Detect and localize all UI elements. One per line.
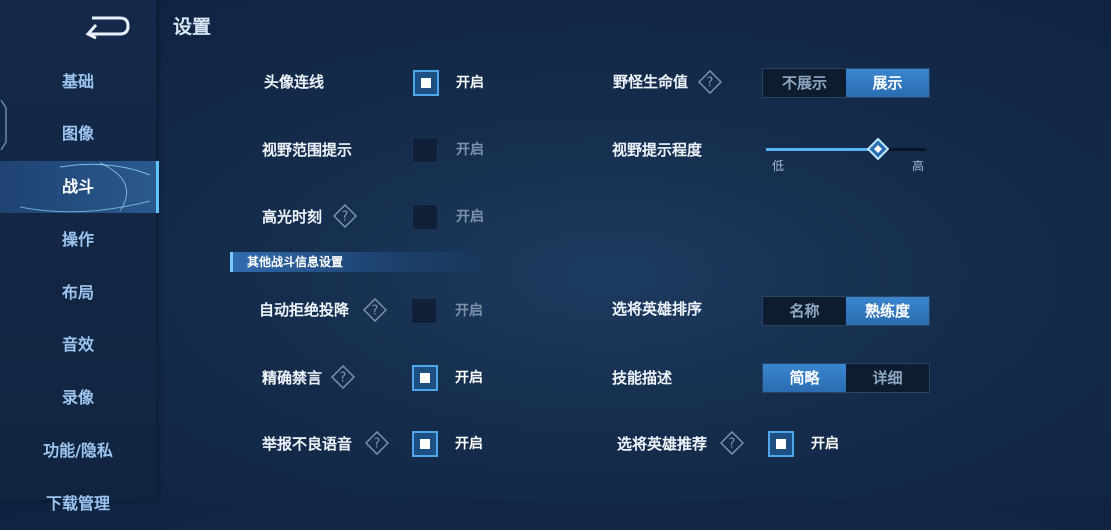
skill-desc-brief-option[interactable]: 简略 (763, 364, 846, 392)
sidebar-item-label: 操作 (61, 230, 94, 249)
slider-fill (766, 148, 878, 151)
svg-text:?: ? (374, 437, 381, 452)
sidebar-item-graphics[interactable]: 图像 (0, 108, 156, 160)
precise-mute-label: 精确禁言 (262, 369, 323, 387)
svg-text:?: ? (342, 210, 349, 225)
sidebar-item-label: 战斗 (61, 177, 94, 196)
section-header-other-battle-info: 其他战斗信息设置 (230, 252, 490, 272)
question-diamond-icon[interactable]: ? (365, 431, 389, 455)
sidebar-item-privacy[interactable]: 功能/隐私 (0, 425, 156, 477)
svg-text:?: ? (340, 371, 347, 386)
sidebar: 基础 图像 战斗 操作 布局 音效 录像 功能/隐私 下载管理 (0, 0, 159, 513)
sidebar-item-sound[interactable]: 音效 (0, 319, 156, 371)
sidebar-item-controls[interactable]: 操作 (0, 214, 156, 266)
report-bad-voice-label: 举报不良语音 (262, 435, 353, 453)
view-range-hint-state: 开启 (456, 142, 484, 158)
diamond-handle-icon[interactable] (867, 138, 889, 160)
hero-recommend-checkbox[interactable] (768, 431, 794, 457)
avatar-line-checkbox[interactable] (413, 70, 439, 96)
view-hint-level-label: 视野提示程度 (612, 141, 703, 159)
sidebar-item-downloads[interactable]: 下载管理 (0, 478, 156, 530)
auto-reject-surrender-state: 开启 (455, 303, 483, 319)
skill-desc-label: 技能描述 (612, 369, 673, 387)
highlight-moment-state: 开启 (456, 209, 484, 225)
question-diamond-icon[interactable]: ? (333, 204, 357, 228)
svg-text:?: ? (707, 76, 714, 91)
report-bad-voice-checkbox[interactable] (412, 431, 438, 457)
sidebar-item-basic[interactable]: 基础 (0, 56, 156, 108)
view-range-hint-checkbox[interactable] (412, 137, 438, 163)
hero-recommend-label: 选将英雄推荐 (617, 435, 708, 453)
hero-sort-label: 选将英雄排序 (612, 300, 703, 318)
question-diamond-icon[interactable]: ? (331, 365, 355, 389)
sidebar-item-layout[interactable]: 布局 (0, 267, 156, 319)
monster-hp-hide-option[interactable]: 不展示 (763, 69, 846, 97)
sidebar-item-label: 下载管理 (45, 494, 110, 513)
question-diamond-icon[interactable]: ? (698, 70, 722, 94)
hero-recommend-state: 开启 (811, 436, 839, 452)
sidebar-item-label: 功能/隐私 (43, 441, 113, 460)
avatar-line-label: 头像连线 (264, 73, 325, 91)
hero-sort-segmented: 名称 熟练度 (762, 296, 930, 326)
sidebar-item-battle[interactable]: 战斗 (0, 161, 159, 213)
hero-sort-proficiency-option[interactable]: 熟练度 (846, 297, 929, 325)
hero-sort-name-option[interactable]: 名称 (763, 297, 846, 325)
sidebar-item-label: 基础 (61, 72, 94, 91)
monster-hp-label: 野怪生命值 (613, 73, 689, 91)
skill-desc-segmented: 简略 详细 (762, 363, 930, 393)
auto-reject-surrender-checkbox[interactable] (411, 298, 437, 324)
view-hint-level-slider[interactable] (766, 148, 926, 151)
question-diamond-icon[interactable]: ? (363, 298, 387, 322)
sidebar-item-replay[interactable]: 录像 (0, 372, 156, 424)
monster-hp-segmented: 不展示 展示 (762, 68, 930, 98)
skill-desc-detailed-option[interactable]: 详细 (846, 364, 929, 392)
view-range-hint-label: 视野范围提示 (262, 141, 353, 159)
report-bad-voice-state: 开启 (455, 436, 483, 452)
highlight-moment-label: 高光时刻 (262, 208, 323, 226)
svg-text:?: ? (372, 304, 379, 319)
sidebar-item-label: 布局 (61, 283, 94, 302)
question-diamond-icon[interactable]: ? (720, 431, 744, 455)
slider-max-label: 高 (912, 159, 925, 173)
slider-min-label: 低 (772, 159, 785, 173)
auto-reject-surrender-label: 自动拒绝投降 (259, 301, 350, 319)
sidebar-item-label: 图像 (61, 124, 94, 143)
avatar-line-state: 开启 (456, 75, 484, 91)
svg-text:?: ? (729, 437, 736, 452)
precise-mute-state: 开启 (455, 370, 483, 386)
monster-hp-show-option[interactable]: 展示 (846, 69, 929, 97)
sidebar-item-label: 音效 (61, 335, 94, 354)
highlight-moment-checkbox[interactable] (412, 204, 438, 230)
back-arrow-icon[interactable] (82, 12, 132, 40)
precise-mute-checkbox[interactable] (412, 365, 438, 391)
page-title: 设置 (173, 16, 212, 38)
sidebar-item-label: 录像 (61, 388, 94, 407)
